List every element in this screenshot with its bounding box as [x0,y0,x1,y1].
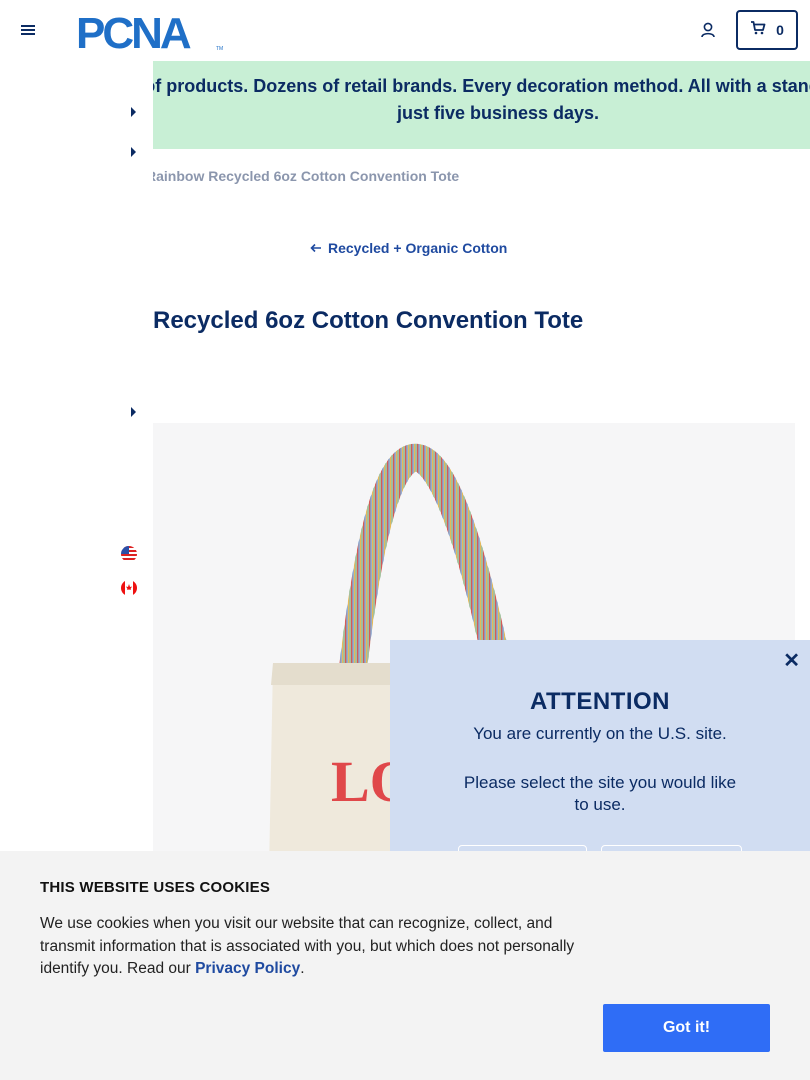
logo-text: PCNA [76,10,191,52]
canada-flag-icon[interactable] [121,580,137,596]
cookie-banner: THIS WEBSITE USES COOKIES We use cookies… [0,851,810,1080]
cart-count: 0 [776,22,784,38]
pcna-logo[interactable]: PCNA TM [76,9,224,58]
arrow-left-icon [310,243,321,253]
promo-text: Thousands of products. Dozens of retail … [153,76,810,123]
privacy-policy-link[interactable]: Privacy Policy [195,960,300,977]
accept-cookies-button[interactable]: Got it! [603,1004,770,1052]
cookie-body-period: . [300,960,305,977]
us-flag-icon[interactable] [121,546,137,562]
svg-text:TM: TM [216,46,223,52]
back-link-label: Recycled + Organic Cotton [328,240,508,256]
close-icon[interactable]: ✕ [783,648,800,673]
cookie-body: We use cookies when you visit our websit… [40,913,610,981]
cart-button[interactable]: 0 [736,10,798,50]
modal-instruction-text: Please select the site you would like to… [463,773,737,814]
cookie-body-text: We use cookies when you visit our websit… [40,915,575,977]
caret-right-icon[interactable] [129,406,137,418]
breadcrumb[interactable]: Rainbow Recycled 6oz Cotton Convention T… [146,168,459,184]
back-to-category-link[interactable]: Recycled + Organic Cotton [310,240,507,256]
cookie-title: THIS WEBSITE USES COOKIES [40,879,271,896]
menu-icon[interactable] [20,22,36,38]
cart-icon [750,20,766,40]
caret-right-icon[interactable] [129,106,137,118]
promo-banner: Thousands of products. Dozens of retail … [153,61,810,149]
site-header: PCNA TM 0 [0,0,810,61]
modal-current-site-text: You are currently on the U.S. site. [473,724,727,743]
product-title: Recycled 6oz Cotton Convention Tote [153,307,584,334]
caret-right-icon[interactable] [129,146,137,158]
modal-title: ATTENTION [529,688,671,715]
account-icon[interactable] [699,21,717,39]
